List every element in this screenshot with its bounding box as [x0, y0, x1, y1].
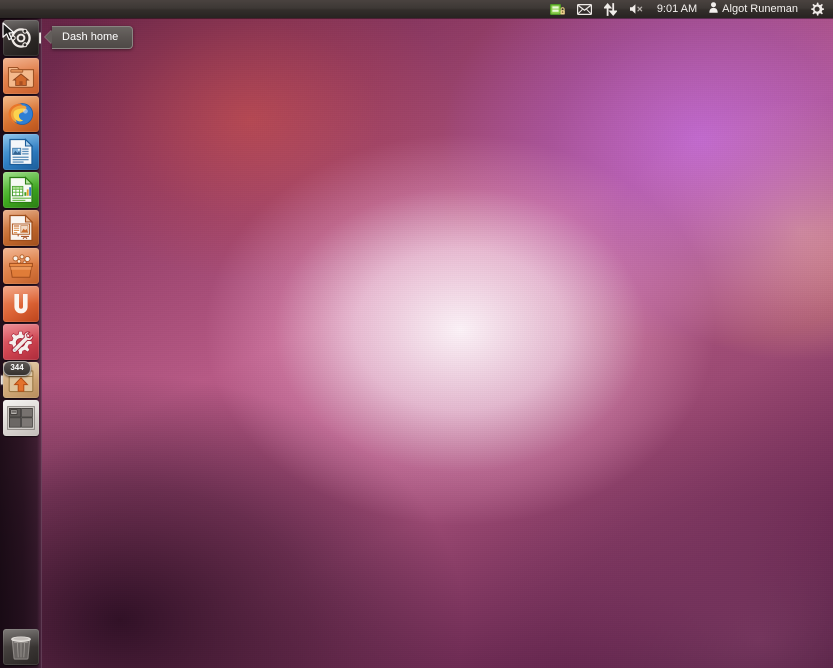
- clock-time: 9:01 AM: [656, 3, 698, 15]
- launcher-item-workspace-switcher[interactable]: [2, 399, 40, 437]
- launcher-item-update-manager[interactable]: 344: [1, 361, 40, 399]
- tooltip-arrow: [45, 30, 52, 44]
- launcher-item-libreoffice-calc[interactable]: [2, 171, 40, 209]
- trash-icon: [3, 629, 39, 665]
- launcher-item-firefox[interactable]: [2, 95, 40, 133]
- session-gear-icon[interactable]: [804, 0, 830, 18]
- user-name: Algot Runeman: [722, 3, 798, 15]
- launcher-tooltip: Dash home: [45, 25, 134, 49]
- unity-launcher: 344: [0, 18, 42, 668]
- desktop-root: 9:01 AM Algot Runeman 344 Dash home: [0, 0, 833, 668]
- messaging-icon[interactable]: [571, 0, 598, 18]
- wallpaper-noise-overlay: [0, 0, 833, 668]
- launcher-item-dash-home[interactable]: [2, 19, 41, 57]
- presentation-impress-icon: [3, 210, 39, 246]
- keyboard-lock-icon[interactable]: [544, 0, 571, 18]
- firefox-icon: [3, 96, 39, 132]
- software-bag-icon: [3, 248, 39, 284]
- network-icon[interactable]: [598, 0, 623, 18]
- launcher-item-libreoffice-writer[interactable]: [2, 133, 40, 171]
- launcher-item-software-center[interactable]: [2, 247, 40, 285]
- launcher-item-libreoffice-impress[interactable]: [2, 209, 40, 247]
- ubuntu-one-u-icon: [3, 286, 39, 322]
- document-writer-icon: [3, 134, 39, 170]
- launcher-item-home-folder[interactable]: [2, 57, 40, 95]
- home-folder-icon: [3, 58, 39, 94]
- launcher-item-ubuntu-one[interactable]: [2, 285, 40, 323]
- user-icon: [709, 2, 718, 16]
- desktop-wallpaper[interactable]: [0, 0, 833, 668]
- sound-muted-icon[interactable]: [623, 0, 650, 18]
- user-menu[interactable]: Algot Runeman: [704, 0, 804, 18]
- launcher-item-trash[interactable]: [2, 628, 40, 666]
- launcher-icon-list: 344: [0, 18, 42, 437]
- tooltip-label: Dash home: [52, 25, 134, 49]
- workspace-grid-icon: [3, 400, 39, 436]
- ubuntu-logo-icon: [3, 20, 39, 56]
- spreadsheet-calc-icon: [3, 172, 39, 208]
- top-panel: 9:01 AM Algot Runeman: [0, 0, 833, 18]
- panel-indicator-area: 9:01 AM Algot Runeman: [544, 0, 833, 18]
- wrench-gear-icon: [3, 324, 39, 360]
- launcher-item-system-settings[interactable]: [2, 323, 40, 361]
- clock-indicator[interactable]: 9:01 AM: [650, 0, 704, 18]
- update-count-badge: 344: [3, 361, 31, 376]
